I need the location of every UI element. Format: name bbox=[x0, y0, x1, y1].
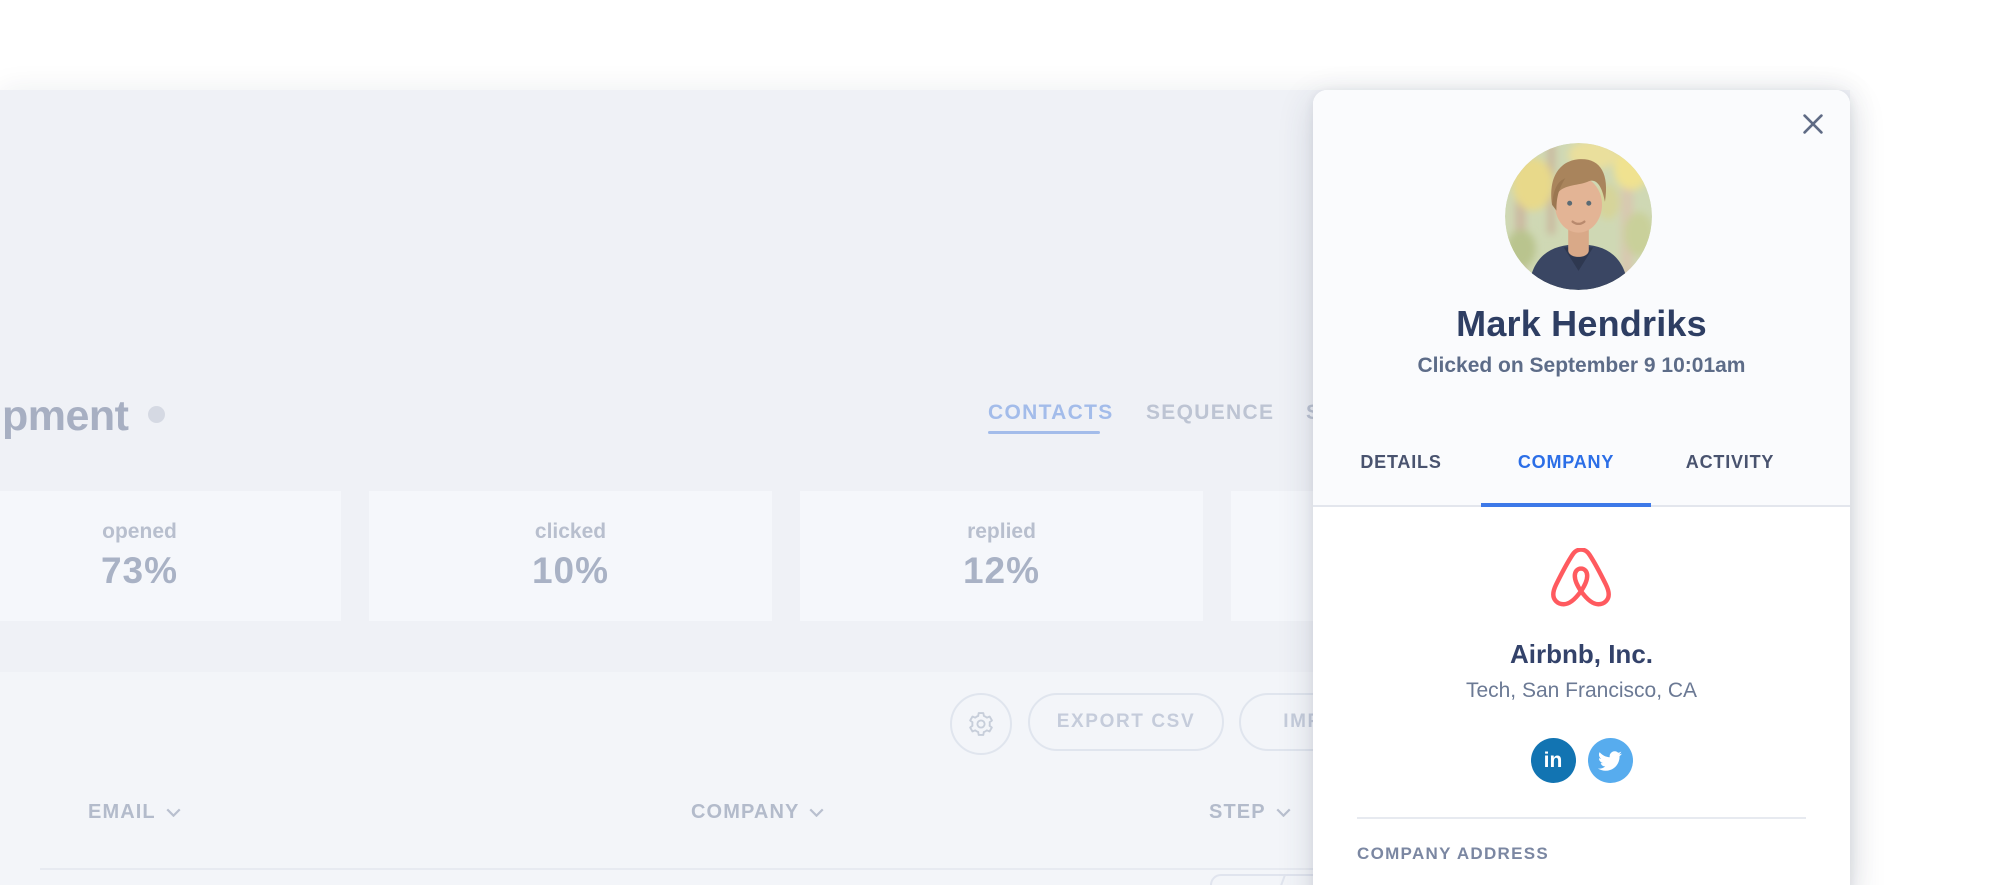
column-header-label: EMAIL bbox=[88, 801, 156, 824]
campaign-title: pment bbox=[2, 392, 129, 441]
stat-card-opened: opened 73% bbox=[0, 491, 341, 621]
column-header-label: STEP bbox=[1209, 801, 1266, 824]
stat-card-replied: replied 12% bbox=[800, 491, 1203, 621]
tab-contacts-underline bbox=[988, 431, 1100, 434]
step-current: 11 bbox=[1226, 876, 1256, 885]
contact-status: Clicked on September 9 10:01am bbox=[1313, 354, 1850, 378]
tab-contacts[interactable]: CONTACTS bbox=[988, 401, 1114, 425]
panel-tab-details[interactable]: DETAILS bbox=[1360, 452, 1441, 473]
active-tab-indicator bbox=[1481, 503, 1651, 507]
status-dot bbox=[148, 406, 165, 423]
chevron-down-icon bbox=[1276, 808, 1291, 817]
settings-gear-button[interactable] bbox=[950, 693, 1012, 755]
stat-label: replied bbox=[967, 520, 1036, 544]
stat-card-clicked: clicked 10% bbox=[369, 491, 772, 621]
airbnb-logo-icon bbox=[1550, 548, 1612, 612]
column-header-step[interactable]: STEP bbox=[1209, 801, 1291, 824]
contact-name: Mark Hendriks bbox=[1313, 303, 1850, 345]
stat-value: 12% bbox=[963, 550, 1040, 592]
export-csv-button[interactable]: EXPORT CSV bbox=[1028, 693, 1224, 751]
tab-sequence[interactable]: SEQUENCE bbox=[1146, 401, 1274, 425]
close-icon bbox=[1801, 112, 1825, 136]
column-header-email[interactable]: EMAIL bbox=[88, 801, 181, 824]
chevron-down-icon bbox=[809, 808, 824, 817]
chevron-down-icon bbox=[166, 808, 181, 817]
company-meta: Tech, San Francisco, CA bbox=[1313, 679, 1850, 703]
gear-icon bbox=[967, 710, 995, 738]
stat-value: 10% bbox=[532, 550, 609, 592]
twitter-button[interactable] bbox=[1588, 738, 1633, 783]
column-header-company[interactable]: COMPANY bbox=[691, 801, 824, 824]
column-header-label: COMPANY bbox=[691, 801, 799, 824]
stat-label: clicked bbox=[535, 520, 606, 544]
stat-value: 73% bbox=[101, 550, 178, 592]
contact-detail-panel: Mark Hendriks Clicked on September 9 10:… bbox=[1313, 90, 1850, 885]
panel-tab-activity[interactable]: ACTIVITY bbox=[1686, 452, 1774, 473]
close-button[interactable] bbox=[1799, 110, 1827, 138]
company-address-label: COMPANY ADDRESS bbox=[1357, 844, 1549, 864]
linkedin-icon: in bbox=[1544, 749, 1563, 773]
avatar bbox=[1505, 143, 1652, 290]
linkedin-button[interactable]: in bbox=[1531, 738, 1576, 783]
social-links: in bbox=[1313, 738, 1850, 783]
twitter-icon bbox=[1598, 749, 1622, 773]
stat-label: opened bbox=[102, 520, 177, 544]
company-name: Airbnb, Inc. bbox=[1313, 639, 1850, 670]
screenshot-stage: pment CONTACTS SEQUENCE S opened 73% cli… bbox=[0, 0, 1997, 885]
portrait-photo-illustration bbox=[1505, 143, 1652, 290]
panel-tab-company[interactable]: COMPANY bbox=[1518, 452, 1614, 473]
panel-divider bbox=[1357, 817, 1806, 819]
